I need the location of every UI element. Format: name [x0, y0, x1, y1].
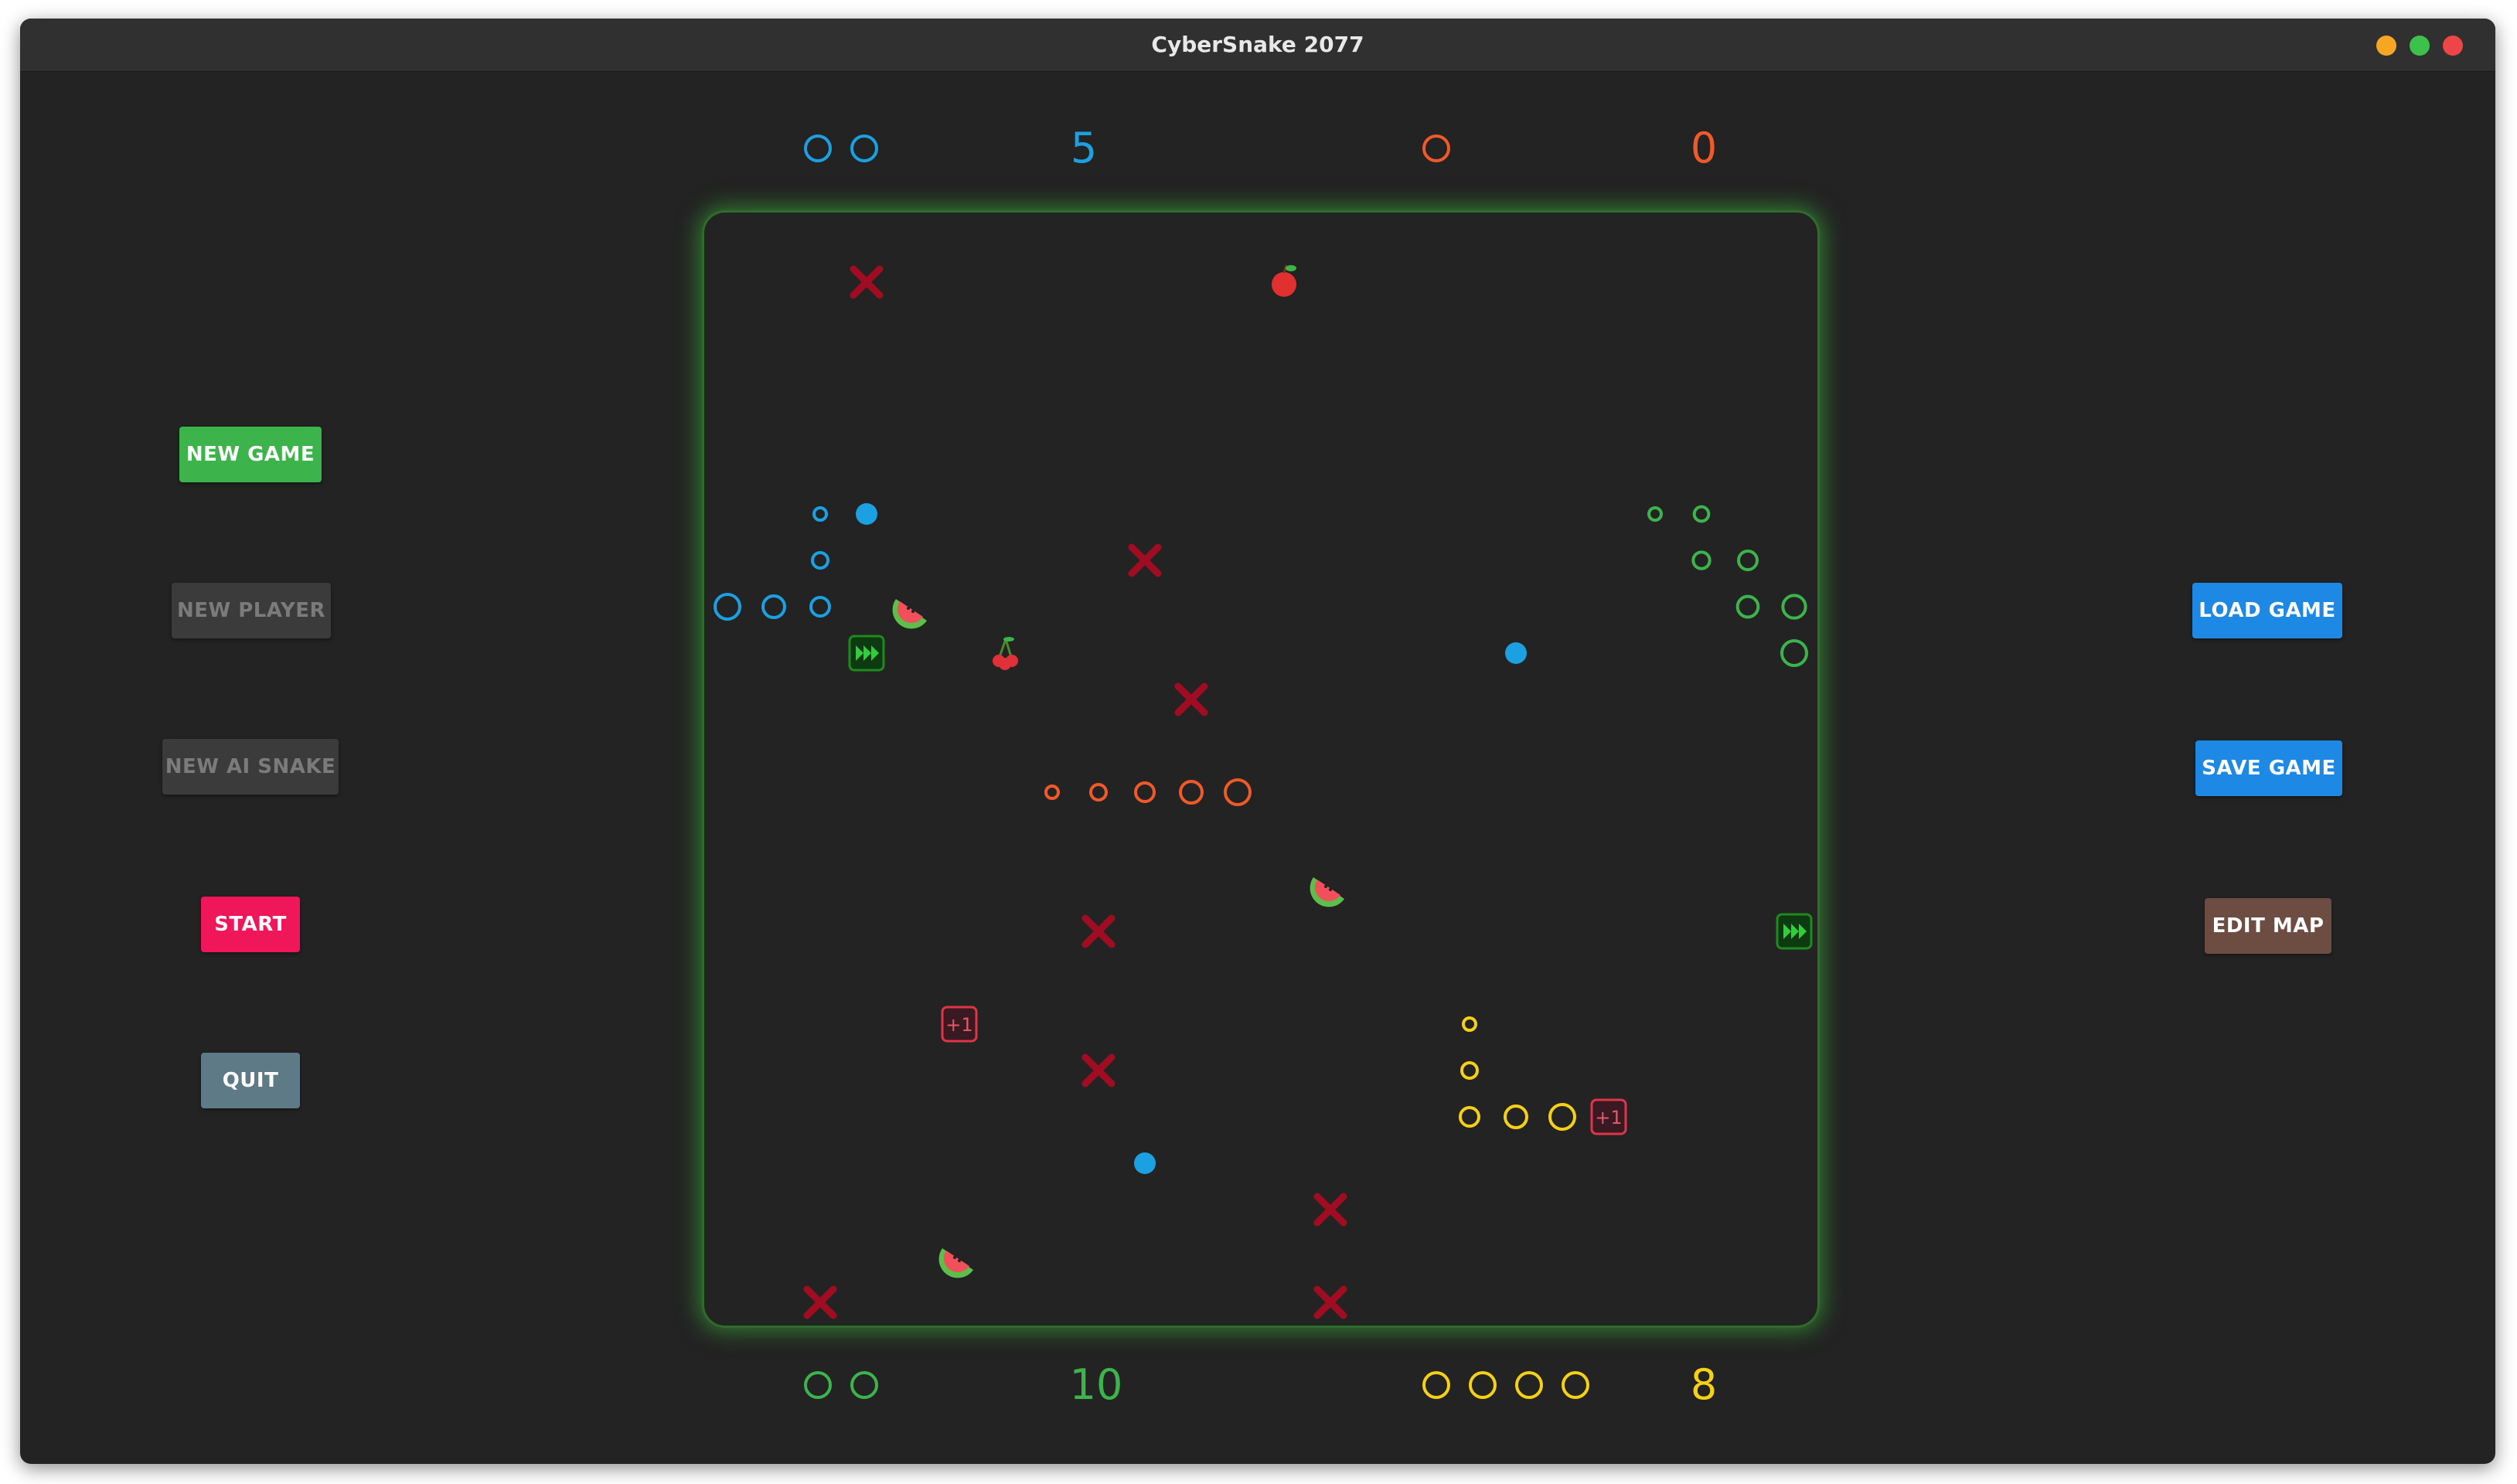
- snake-segment-orange: [1134, 781, 1156, 803]
- snake-segment-green: [1692, 505, 1711, 523]
- life-ring-orange: [1422, 134, 1450, 162]
- life-ring-blue: [804, 134, 832, 162]
- wall-x-icon: [803, 1285, 837, 1319]
- wall-x-icon: [1313, 1193, 1347, 1227]
- snake-segment-yellow: [1504, 1104, 1528, 1129]
- snake-segment-orange: [1179, 780, 1204, 805]
- snake-segment-blue: [761, 594, 786, 619]
- bonus-label: +1: [1595, 1107, 1622, 1128]
- wall-x-icon: [1174, 682, 1208, 716]
- score-orange: 0: [1691, 124, 1717, 172]
- snake-segment-green: [1647, 506, 1663, 522]
- snake-segment-green: [1737, 550, 1759, 571]
- life-ring-blue: [850, 134, 878, 162]
- score-blue: 5: [1071, 124, 1097, 172]
- score-green: 10: [1070, 1360, 1123, 1409]
- snake-segment-blue: [809, 596, 831, 618]
- watermelon-icon: [1310, 877, 1344, 907]
- snake-segment-green: [1781, 594, 1807, 620]
- snake-segment-green: [1691, 550, 1711, 570]
- life-ring-yellow: [1422, 1371, 1450, 1399]
- game-canvas: 5 0 10 8 +1 +1: [714, 124, 1813, 1409]
- snake-segment-yellow: [1462, 1016, 1477, 1032]
- pellet-dot: [1505, 642, 1527, 664]
- wall-x-icon: [1081, 1053, 1115, 1087]
- snake-segment-orange: [1044, 785, 1060, 800]
- apple-icon: [1272, 264, 1296, 297]
- snake-segment-green: [1735, 594, 1760, 619]
- snake-segment-yellow: [1459, 1106, 1480, 1128]
- watermelon-icon: [892, 599, 927, 629]
- snake-segment-blue: [811, 551, 829, 570]
- snake-segment-orange: [1089, 783, 1108, 802]
- life-ring-green: [850, 1371, 878, 1399]
- snake-segment-blue: [714, 593, 741, 621]
- snake-segment-green: [1780, 639, 1808, 667]
- life-ring-green: [804, 1371, 832, 1399]
- snake-segment-blue: [812, 506, 828, 522]
- wall-x-icon: [1313, 1285, 1347, 1319]
- snake-segment-orange: [1224, 778, 1252, 806]
- wall-x-icon: [850, 265, 884, 299]
- app-window: CyberSnake 2077 NEW GAME NEW PLAYER NEW …: [20, 19, 2495, 1464]
- wall-x-icon: [1081, 914, 1115, 948]
- life-ring-yellow: [1562, 1371, 1589, 1399]
- snake-segment-yellow: [1460, 1061, 1479, 1080]
- pellet-dot: [1134, 1152, 1156, 1174]
- cherry-icon: [993, 637, 1018, 670]
- score-yellow: 8: [1691, 1360, 1717, 1409]
- watermelon-icon: [938, 1248, 973, 1278]
- life-ring-yellow: [1469, 1371, 1497, 1399]
- pellet-dot: [856, 503, 877, 525]
- bonus-label: +1: [945, 1014, 972, 1036]
- wall-x-icon: [1128, 543, 1162, 577]
- snake-segment-yellow: [1548, 1103, 1576, 1131]
- life-ring-yellow: [1515, 1371, 1543, 1399]
